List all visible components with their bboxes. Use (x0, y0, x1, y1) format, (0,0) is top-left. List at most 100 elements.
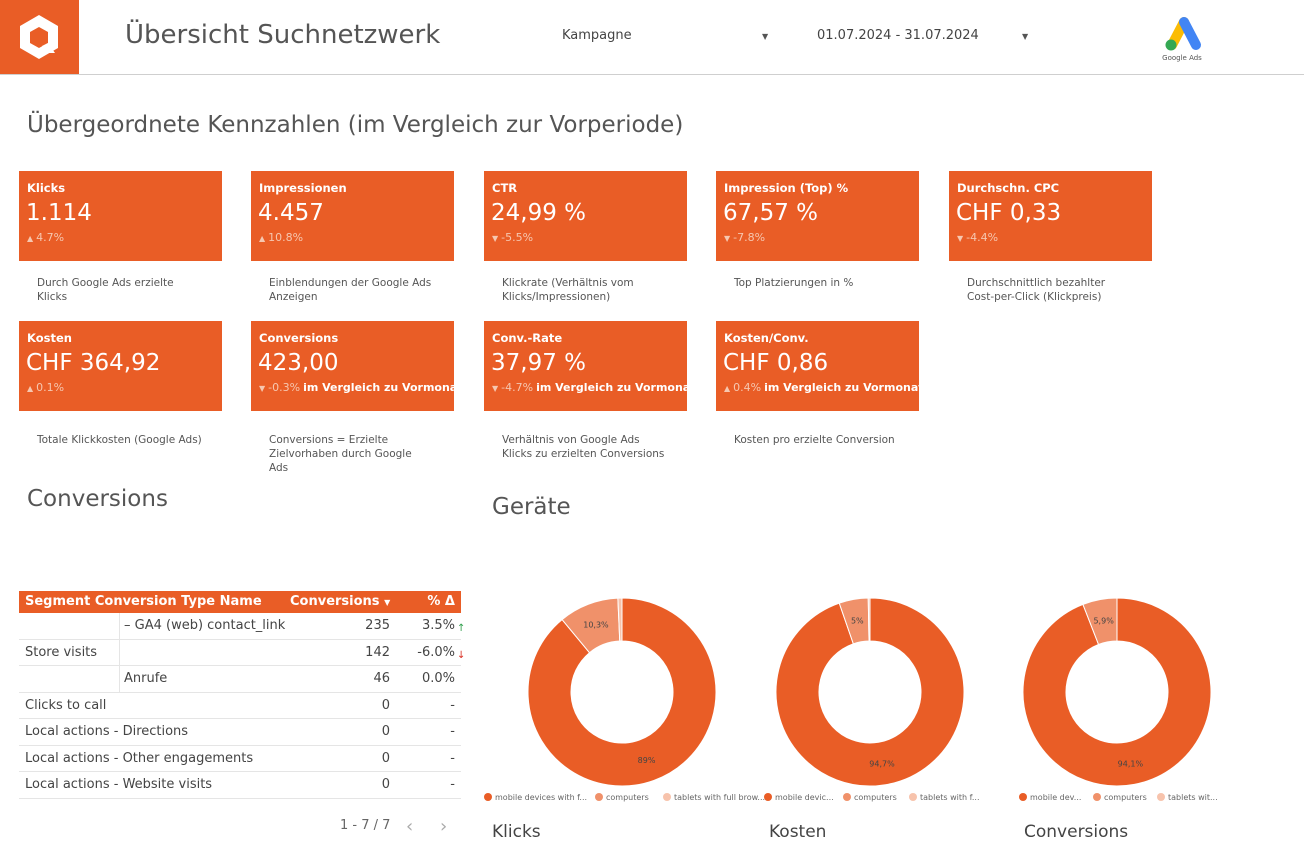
chart-caption: Conversions (1024, 822, 1129, 842)
header-segment[interactable]: Segment Conversion Type Name (25, 594, 262, 609)
kpi-card: Conversions 423,00 ▼ -0.3% im Vergleich zu V… (251, 321, 462, 411)
arrow-down-icon: ▼ (957, 234, 964, 243)
kpi-description: Einblendungen der Google Ads Anzeigen (269, 277, 432, 303)
sort-down-icon: ▼ (384, 598, 391, 607)
kpi-delta: ▼ -0.3% im Vergleich zu Vormonat (259, 381, 463, 394)
chevron-left-icon[interactable]: ‹ (406, 816, 413, 837)
arrow-down-icon: ↓ (457, 649, 466, 661)
row-delta: - (450, 777, 455, 792)
arrow-down-icon: ▼ (492, 234, 499, 243)
legend-item[interactable]: mobile devices with f... (484, 793, 587, 802)
kpi-delta: ▲ 0.4% im Vergleich zu Vormonat (724, 381, 924, 394)
row-delta: - (450, 724, 455, 739)
legend-dot-icon (484, 793, 492, 801)
row-delta: - (450, 697, 455, 713)
kpi-label: Impression (Top) % (724, 181, 849, 195)
legend-item[interactable]: computers (595, 793, 649, 802)
arrow-up-icon: ▲ (27, 234, 34, 243)
header-bar: Übersicht Suchnetzwerk Kampagne ▼ 01.07.… (0, 0, 1304, 75)
kpi-card: Durchschn. CPC CHF 0,33 ▼ -4.4% (949, 171, 1152, 261)
kpi-section-title: Übergeordnete Kennzahlen (im Vergleich z… (27, 112, 684, 138)
donut-slice[interactable] (867, 597, 871, 642)
slice-label: 10,3% (583, 620, 609, 629)
kpi-label: Impressionen (259, 181, 347, 195)
row-type: Anrufe (124, 671, 168, 686)
arrow-up-icon: ▲ (259, 234, 266, 243)
kpi-card: Kosten CHF 364,92 ▲ 0.1% (19, 321, 222, 411)
kpi-delta: ▲ 4.7% (27, 231, 65, 244)
google-ads-logo: Google Ads (1158, 14, 1206, 66)
table-header: Segment Conversion Type Name Conversions… (19, 591, 461, 613)
header-conversions[interactable]: Conversions ▼ (290, 594, 390, 609)
kpi-description: Durch Google Ads erzielte Klicks (37, 277, 174, 303)
legend-item[interactable]: mobile dev... (1019, 793, 1081, 802)
conversions-table: Segment Conversion Type Name Conversions… (19, 591, 466, 799)
google-ads-icon (1165, 17, 1201, 51)
kpi-description: Klickrate (Verhältnis vom Klicks/Impress… (502, 277, 634, 303)
legend-item[interactable]: tablets wit... (1157, 793, 1218, 802)
kpi-value: 423,00 (258, 350, 339, 376)
kpi-value: 37,97 % (491, 350, 587, 376)
campaign-filter-label: Kampagne (562, 28, 632, 43)
kpi-value: 1.114 (26, 200, 92, 226)
legend-dot-icon (764, 793, 772, 801)
kpi-value: 4.457 (258, 200, 324, 226)
legend-dot-icon (1019, 793, 1027, 801)
slice-label: 94,1% (1118, 759, 1144, 768)
kpi-delta-suffix: im Vergleich zu Vormonat (764, 381, 924, 394)
kpi-description: Verhältnis von Google Ads Klicks zu erzi… (502, 434, 665, 460)
table-row: Local actions - Other engagements 0 - (19, 746, 461, 772)
arrow-up-icon: ▲ (724, 384, 731, 393)
row-conversions: 235 (365, 618, 390, 633)
table-row: Clicks to call 0 - (19, 693, 461, 719)
kpi-value: CHF 364,92 (26, 350, 161, 376)
legend-dot-icon (909, 793, 917, 801)
row-delta: -6.0% ↓ (417, 644, 466, 661)
kpi-card: Conv.-Rate 37,97 % ▼ -4.7% im Vergleich zu V… (484, 321, 695, 411)
row-delta: - (450, 750, 455, 766)
kpi-delta: ▼ -5.5% (492, 231, 534, 244)
chart-caption: Kosten (769, 822, 827, 842)
table-pager: 1 - 7 / 7 ‹ › (340, 816, 447, 837)
legend-item[interactable]: computers (1093, 793, 1147, 802)
kpi-label: Conversions (259, 331, 339, 345)
kpi-delta: ▲ 0.1% (27, 381, 65, 394)
row-conversions: 0 (381, 777, 390, 792)
header-delta[interactable]: % Δ (427, 594, 455, 609)
row-segment: Local actions - Website visits (25, 777, 213, 792)
donut-chart-klicks: 89% 10,3% (527, 597, 717, 787)
kpi-delta: ▲ 10.8% (259, 231, 304, 244)
table-row: Store visits 142 -6.0% ↓ (19, 639, 466, 666)
page-title: Übersicht Suchnetzwerk (125, 20, 441, 50)
kpi-label: Kosten (27, 331, 72, 345)
legend-dot-icon (1157, 793, 1165, 801)
table-row: Local actions - Directions 0 - (19, 719, 461, 746)
legend-item[interactable]: computers (843, 793, 897, 802)
legend-dot-icon (663, 793, 671, 801)
row-conversions: 142 (365, 644, 390, 660)
arrow-up-icon: ▲ (27, 384, 34, 393)
legend-item[interactable]: tablets with full brow... (663, 793, 765, 802)
kpi-card: Impressionen 4.457 ▲ 10.8% (251, 171, 454, 261)
kpi-label: Conv.-Rate (492, 331, 563, 345)
legend-dot-icon (1093, 793, 1101, 801)
donut-chart-conversions: 94,1% 5,9% (1022, 597, 1212, 787)
legend-item[interactable]: tablets with f... (909, 793, 980, 802)
row-segment: Local actions - Other engagements (25, 750, 254, 766)
donut-chart-kosten: 94,7% 5% (775, 597, 965, 787)
kpi-label: Durchschn. CPC (957, 181, 1060, 195)
legend-item[interactable]: mobile devic... (764, 793, 834, 802)
chevron-down-icon: ▼ (1022, 32, 1029, 41)
date-range-picker[interactable]: 01.07.2024 - 31.07.2024 ▼ (817, 28, 1032, 46)
row-type: – GA4 (web) contact_link (124, 618, 286, 633)
kpi-delta: ▼ -4.7% im Vergleich zu Vormonat (492, 381, 696, 394)
arrow-down-icon: ▼ (724, 234, 731, 243)
kpi-description: Totale Klickkosten (Google Ads) (37, 434, 202, 446)
arrow-down-icon: ▼ (259, 384, 266, 393)
kpi-value: 67,57 % (723, 200, 819, 226)
chevron-right-icon[interactable]: › (440, 816, 447, 837)
slice-label: 5,9% (1093, 617, 1114, 626)
google-ads-text: Google Ads (1162, 54, 1202, 62)
table-body: – GA4 (web) contact_link 235 3.5% ↑ Store vi… (19, 613, 466, 799)
campaign-filter[interactable]: Kampagne ▼ (562, 28, 772, 46)
